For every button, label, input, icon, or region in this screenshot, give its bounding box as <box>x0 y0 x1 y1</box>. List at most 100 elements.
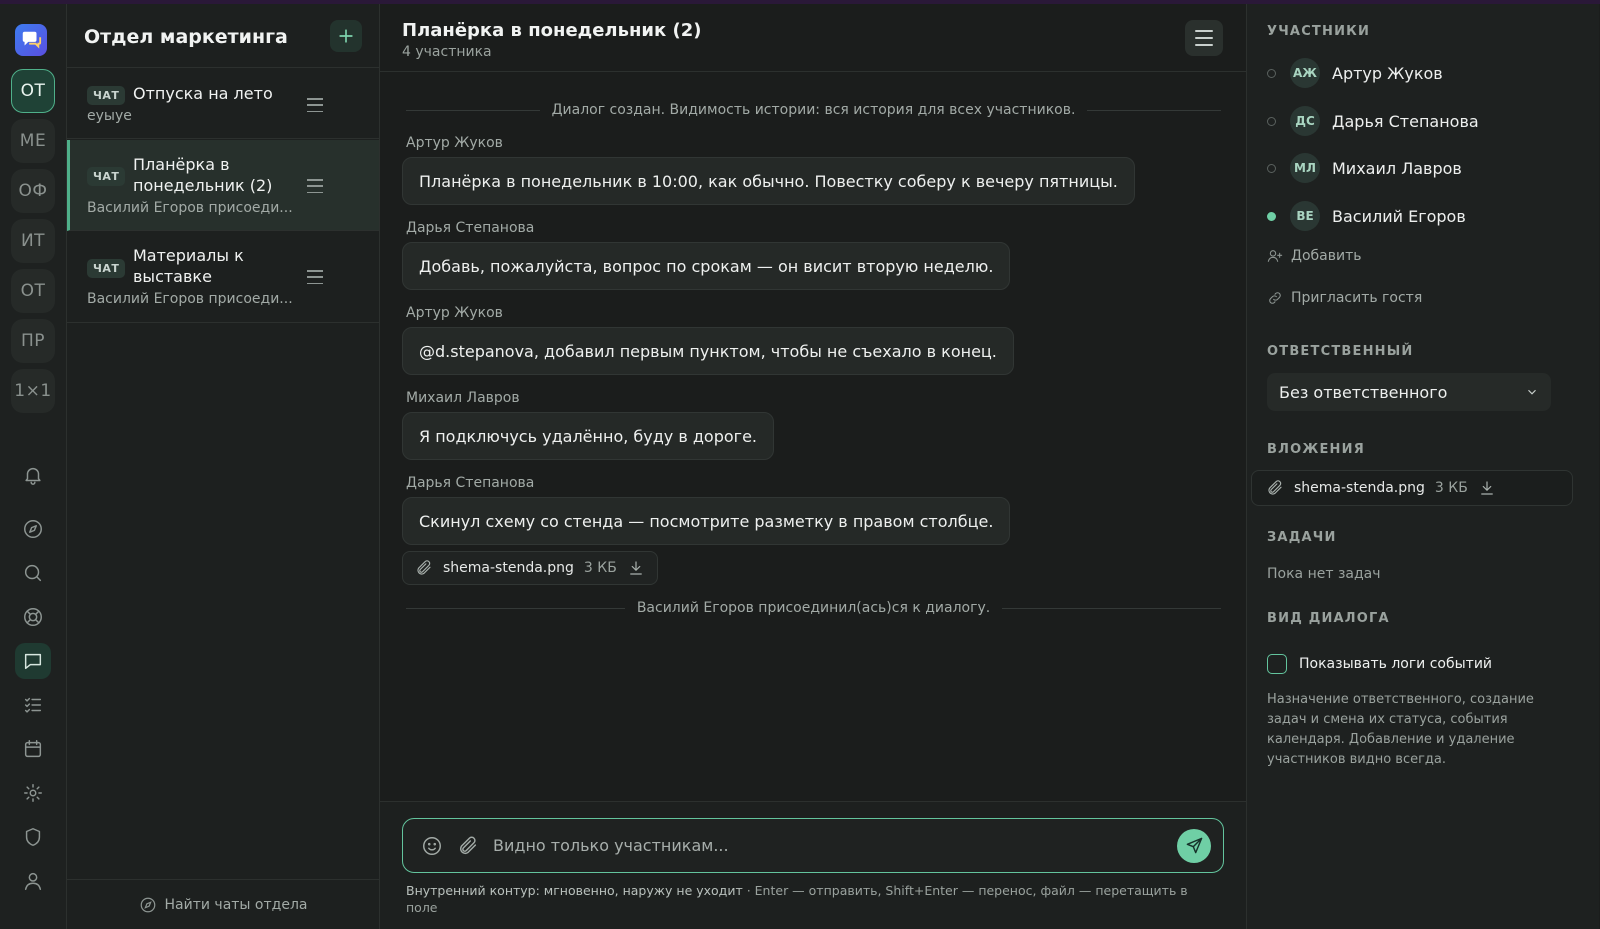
dialog-menu-button[interactable] <box>1185 20 1223 56</box>
message-author: Дарья Степанова <box>406 475 535 491</box>
chat-menu-icon[interactable] <box>307 98 323 112</box>
attachment-name: shema-stenda.png <box>1294 480 1425 496</box>
tasks-icon[interactable] <box>15 687 51 723</box>
link-icon <box>1269 292 1281 304</box>
attachments-title: ВЛОЖЕНИЯ <box>1267 442 1365 457</box>
chat-list-item[interactable]: ЧАТ Отпуска на лето еуыуе <box>67 69 379 139</box>
paperclip-icon <box>417 560 431 575</box>
add-participant-button[interactable]: Добавить <box>1267 248 1361 264</box>
dialog-header: Планёрка в понедельник (2) 4 участника <box>380 4 1246 72</box>
chat-list-header: Отдел маркетинга <box>67 4 379 68</box>
space-button-of[interactable]: ОФ <box>11 169 55 213</box>
bell-icon[interactable] <box>15 457 51 493</box>
show-logs-option[interactable]: Показывать логи событий <box>1267 654 1492 674</box>
attach-icon[interactable] <box>457 835 479 857</box>
participant-row[interactable]: ДС Дарья Степанова <box>1267 105 1479 137</box>
space-button-ot[interactable]: ОТ <box>11 69 55 113</box>
chat-last-message: еуыуе <box>87 108 132 124</box>
participant-row[interactable]: ВЕ Василий Егоров <box>1267 200 1466 232</box>
message-author: Артур Жуков <box>406 135 503 151</box>
tasks-empty-text: Пока нет задач <box>1267 566 1381 582</box>
emoji-icon[interactable] <box>421 835 443 857</box>
chat-name: Планёрка в понедельник (2) <box>133 155 273 195</box>
composer-hint: Внутренний контур: мгновенно, наружу не … <box>406 882 1206 916</box>
calendar-icon[interactable] <box>15 731 51 767</box>
responsible-title: ОТВЕТСТВЕННЫЙ <box>1267 344 1414 359</box>
attachment-size: 3 КБ <box>583 560 617 576</box>
responsible-value: Без ответственного <box>1279 382 1448 402</box>
lifebuoy-icon[interactable] <box>15 599 51 635</box>
participant-row[interactable]: АЖ Артур Жуков <box>1267 57 1443 89</box>
department-title: Отдел маркетинга <box>84 26 288 48</box>
show-logs-description: Назначение ответственного, создание зада… <box>1267 692 1534 767</box>
user-icon[interactable] <box>15 863 51 899</box>
responsible-select[interactable]: Без ответственного <box>1267 373 1551 411</box>
space-button-one-on-one[interactable]: 1×1 <box>11 369 55 413</box>
message-author: Дарья Степанова <box>406 220 535 236</box>
invite-guest-label: Пригласить гостя <box>1291 290 1423 306</box>
message-input[interactable] <box>493 836 1177 855</box>
participant-name: Артур Жуков <box>1332 63 1443 83</box>
compass-icon <box>140 897 155 912</box>
app-window: ОТ МЕ ОФ ИТ ОТ ПР 1×1 Отдел маркетинга Ч… <box>0 4 1600 929</box>
space-button-me[interactable]: МЕ <box>11 119 55 163</box>
participants-title: УЧАСТНИКИ <box>1267 24 1371 39</box>
chat-icon[interactable] <box>15 643 51 679</box>
invite-guest-button[interactable]: Пригласить гостя <box>1267 290 1422 306</box>
status-offline-icon <box>1267 163 1276 173</box>
show-logs-label: Показывать логи событий <box>1299 656 1493 672</box>
system-message-joined: Василий Егоров присоединил(ась)ся к диал… <box>406 600 1222 616</box>
system-message-created: Диалог создан. Видимость истории: вся ис… <box>406 102 1221 118</box>
space-button-pr[interactable]: ПР <box>11 319 55 363</box>
find-chats-label: Найти чаты отдела <box>164 896 308 913</box>
download-icon[interactable] <box>1478 479 1496 497</box>
chat-menu-icon[interactable] <box>307 270 323 284</box>
new-chat-button[interactable] <box>330 20 362 52</box>
message-attachment[interactable]: shema-stenda.png 3 КБ <box>402 551 658 585</box>
find-department-chats-button[interactable]: Найти чаты отдела <box>67 879 379 929</box>
system-message-text: Диалог создан. Видимость истории: вся ис… <box>551 102 1076 118</box>
spaces-rail: ОТ МЕ ОФ ИТ ОТ ПР 1×1 <box>0 4 67 929</box>
system-message-text: Василий Егоров присоединил(ась)ся к диал… <box>636 600 991 616</box>
chat-type-badge: ЧАТ <box>87 259 126 278</box>
message-bubble: Планёрка в понедельник в 10:00, как обыч… <box>402 157 1135 205</box>
compass-icon[interactable] <box>15 511 51 547</box>
chat-last-message: Василий Егоров присоеди... <box>87 200 293 216</box>
message-author: Артур Жуков <box>406 305 503 321</box>
chevron-down-icon <box>1528 389 1536 395</box>
chat-list-item-active[interactable]: ЧАТ Планёрка в понедельник (2) Василий Е… <box>67 140 379 231</box>
attachment-row[interactable]: shema-stenda.png 3 КБ <box>1251 470 1573 506</box>
download-icon[interactable] <box>627 559 645 577</box>
search-icon[interactable] <box>15 555 51 591</box>
status-online-icon <box>1267 211 1276 221</box>
participant-row[interactable]: МЛ Михаил Лавров <box>1267 152 1462 184</box>
paperclip-icon <box>1268 480 1282 495</box>
composer-hint-main: Внутренний контур: мгновенно, наружу не … <box>406 883 743 898</box>
tasks-title: ЗАДАЧИ <box>1267 530 1337 545</box>
dialog-view-title: ВИД ДИАЛОГА <box>1267 611 1390 626</box>
attachment-size: 3 КБ <box>1434 480 1468 496</box>
chat-name: Материалы к выставке <box>133 246 244 286</box>
dialog-details-panel: УЧАСТНИКИ АЖ Артур Жуков ДС Дарья Степан… <box>1247 4 1599 929</box>
space-button-it[interactable]: ИТ <box>11 219 55 263</box>
participant-name: Дарья Степанова <box>1332 111 1479 131</box>
participant-name: Михаил Лавров <box>1332 158 1462 178</box>
dialog-title: Планёрка в понедельник (2) <box>402 20 702 41</box>
gear-icon[interactable] <box>15 775 51 811</box>
avatar: ВЕ <box>1290 201 1320 231</box>
chat-type-badge: ЧАТ <box>87 86 126 105</box>
message-bubble: Я подключусь удалённо, буду в дороге. <box>402 412 774 460</box>
add-user-icon <box>1267 250 1283 262</box>
attachment-name: shema-stenda.png <box>443 560 574 576</box>
message-author: Михаил Лавров <box>406 390 520 406</box>
app-logo-icon[interactable] <box>15 24 47 56</box>
chat-list-item[interactable]: ЧАТ Материалы к выставке Василий Егоров … <box>67 232 379 323</box>
message-bubble: Скинул схему со стенда — посмотрите разм… <box>402 497 1011 545</box>
shield-icon[interactable] <box>15 819 51 855</box>
space-button-ot-2[interactable]: ОТ <box>11 269 55 313</box>
send-button[interactable] <box>1177 828 1211 863</box>
show-logs-checkbox[interactable] <box>1267 654 1287 674</box>
chat-last-message: Василий Егоров присоеди... <box>87 291 293 307</box>
chat-menu-icon[interactable] <box>307 179 323 193</box>
message-bubble: @d.stepanova, добавил первым пунктом, чт… <box>402 327 1014 375</box>
